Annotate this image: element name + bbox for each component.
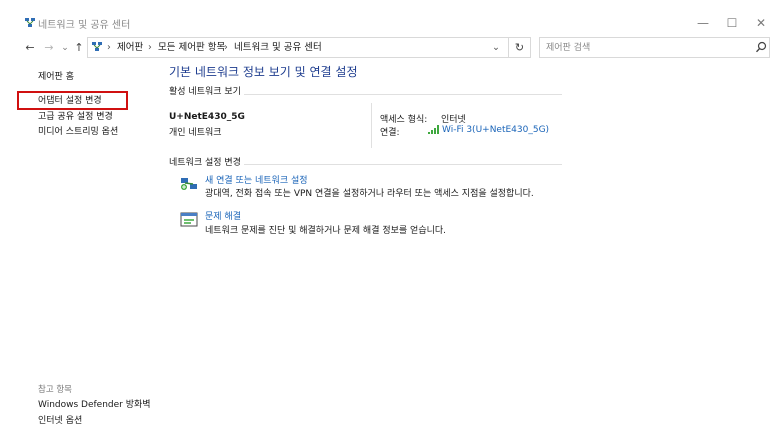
connection-link[interactable]: Wi-Fi 3(U+NetE430_5G)	[442, 125, 549, 135]
breadcrumb-network-center[interactable]: 네트워크 및 공유 센터	[234, 41, 322, 55]
search-box[interactable]	[539, 37, 770, 58]
up-arrow-icon[interactable]: ↑	[73, 41, 85, 55]
sidebar-item-advanced-sharing[interactable]: 고급 공유 설정 변경	[38, 111, 113, 123]
page-title: 기본 네트워크 정보 보기 및 연결 설정	[169, 65, 358, 79]
back-arrow-icon[interactable]: ←	[23, 41, 37, 55]
new-connection-description: 광대역, 전화 접속 또는 VPN 연결을 설정하거나 라우터 또는 액세스 지…	[205, 189, 534, 199]
change-settings-heading: 네트워크 설정 변경	[169, 158, 241, 168]
minimize-button[interactable]: —	[693, 13, 713, 33]
wifi-signal-icon	[428, 125, 439, 134]
close-button[interactable]: ✕	[751, 13, 771, 33]
search-icon[interactable]	[754, 40, 768, 55]
section-divider	[244, 94, 562, 95]
troubleshoot-description: 네트워크 문제를 진단 및 해결하거나 문제 해결 정보를 얻습니다.	[205, 226, 447, 236]
see-also-firewall-link[interactable]: Windows Defender 방화벽	[38, 399, 151, 411]
network-name: U+NetE430_5G	[169, 112, 245, 122]
troubleshoot-icon	[180, 212, 198, 227]
breadcrumb-control-panel[interactable]: 제어판	[117, 41, 143, 55]
address-dropdown-icon[interactable]: ⌄	[492, 41, 500, 55]
section-divider	[244, 164, 562, 165]
network-divider	[371, 103, 372, 148]
search-input[interactable]	[546, 40, 746, 55]
active-networks-heading: 활성 네트워크 보기	[169, 87, 241, 97]
network-type: 개인 네트워크	[169, 128, 222, 138]
sidebar-item-adapter-settings[interactable]: 어댑터 설정 변경	[38, 95, 102, 107]
breadcrumb-all-items[interactable]: 모든 제어판 항목	[158, 41, 225, 55]
refresh-button[interactable]: ↻	[509, 37, 531, 58]
sidebar-home-link[interactable]: 제어판 홈	[38, 71, 74, 83]
sidebar-item-media-streaming[interactable]: 미디어 스트리밍 옵션	[38, 126, 118, 138]
breadcrumb-separator: ›	[107, 42, 111, 53]
access-type-value: 인터넷	[441, 115, 466, 125]
network-location-icon	[92, 42, 102, 51]
breadcrumb-separator: ›	[148, 42, 152, 53]
forward-arrow-icon[interactable]: →	[42, 41, 56, 55]
maximize-button[interactable]: ☐	[722, 13, 742, 33]
see-also-heading: 참고 항목	[38, 385, 72, 395]
window-title: 네트워크 및 공유 센터	[38, 20, 131, 31]
recent-locations-icon[interactable]: ⌄	[60, 41, 70, 55]
address-bar[interactable]: › 제어판 › 모든 제어판 항목 › 네트워크 및 공유 센터 ⌄	[87, 37, 509, 58]
see-also-internet-options-link[interactable]: 인터넷 옵션	[38, 415, 82, 427]
access-type-label: 액세스 형식:	[380, 115, 428, 125]
new-connection-icon	[181, 178, 197, 190]
troubleshoot-link[interactable]: 문제 해결	[205, 211, 241, 223]
breadcrumb-separator: ›	[224, 42, 228, 53]
title-bar: 네트워크 및 공유 센터 — ☐ ✕	[0, 0, 783, 40]
network-center-icon	[25, 18, 35, 27]
connection-label: 연결:	[380, 128, 400, 138]
new-connection-link[interactable]: 새 연결 또는 네트워크 설정	[205, 175, 308, 187]
